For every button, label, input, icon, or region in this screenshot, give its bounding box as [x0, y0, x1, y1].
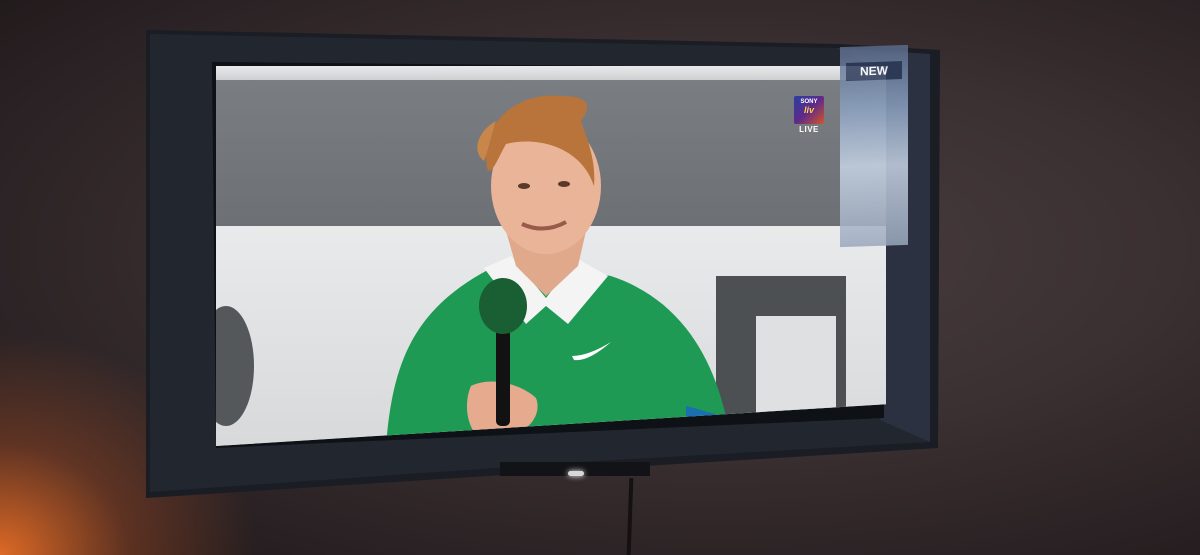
tv-screen: SONY liv LIVE — [216, 66, 886, 446]
sticker-new-badge: NEW — [846, 61, 902, 81]
live-indicator: LIVE — [799, 125, 819, 134]
tv-sticker: NEW — [840, 44, 908, 248]
channel-logo: SONY liv LIVE — [794, 96, 824, 134]
microphone-windscreen — [479, 278, 527, 334]
power-led — [568, 471, 584, 476]
player-figure — [216, 95, 846, 446]
channel-logo-box: SONY liv — [794, 96, 824, 124]
channel-logo-liv: liv — [803, 105, 814, 115]
microphone-handle — [496, 326, 510, 426]
board-letter-left — [216, 306, 254, 426]
